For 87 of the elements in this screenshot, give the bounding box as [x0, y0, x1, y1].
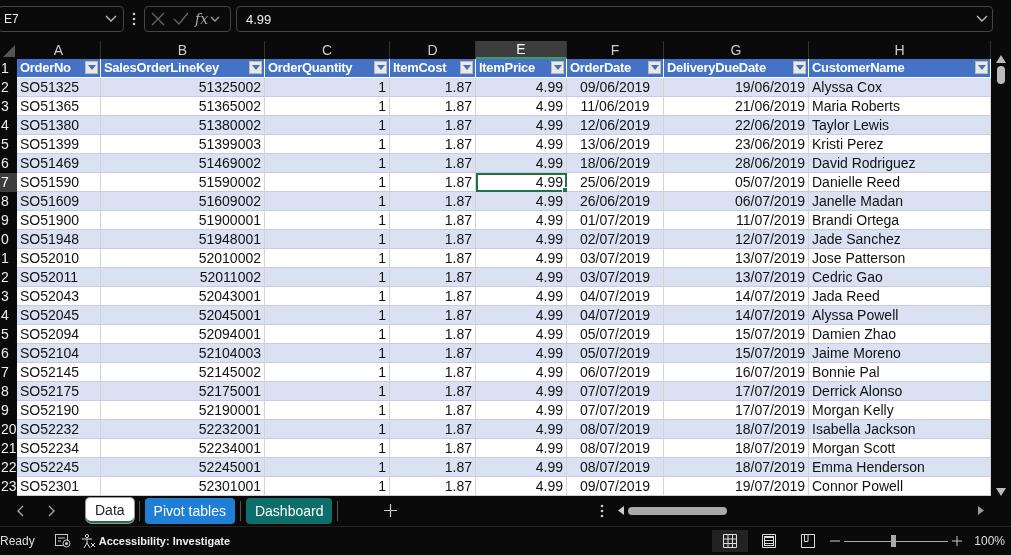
zoom-level[interactable]: 100% [974, 534, 1005, 549]
row-number[interactable]: 8 [0, 191, 17, 211]
filter-dropdown-button[interactable] [249, 61, 262, 75]
row-number[interactable]: 4 [0, 305, 17, 325]
filter-dropdown-button[interactable] [460, 61, 473, 75]
page-break-icon [801, 534, 816, 549]
column-header[interactable]: B [101, 40, 265, 59]
caret-icon [977, 65, 986, 71]
filter-dropdown-button[interactable] [85, 61, 98, 75]
header-text: SalesOrderLineKey [104, 60, 219, 76]
chevron-right-icon[interactable] [48, 504, 56, 517]
grid-icon [723, 534, 738, 549]
chevron-down-icon[interactable] [210, 15, 221, 23]
normal-view-button[interactable] [712, 530, 749, 553]
row-number[interactable]: 7 [0, 362, 17, 382]
check-icon[interactable] [173, 12, 189, 27]
row-number[interactable]: 3 [0, 286, 17, 306]
filter-dropdown-button[interactable] [793, 61, 806, 75]
more-icon[interactable] [600, 503, 605, 518]
sheet-tab[interactable]: Data [86, 498, 134, 524]
row-number[interactable]: 6 [0, 343, 17, 363]
row-number[interactable]: 4 [0, 115, 17, 135]
column-header[interactable]: F [567, 40, 664, 59]
formula-bar[interactable]: 4.99 [236, 6, 993, 33]
column-header[interactable]: E [476, 40, 567, 59]
row-number[interactable]: 9 [0, 400, 17, 420]
row-number[interactable]: 8 [0, 381, 17, 401]
row-number[interactable]: 22 [0, 457, 17, 477]
row-number[interactable]: 1 [0, 248, 17, 268]
row-number[interactable]: 7 [0, 172, 17, 192]
header-text: ItemPrice [479, 60, 535, 76]
row-number[interactable]: 1 [0, 58, 17, 78]
row-number[interactable]: 21 [0, 438, 17, 458]
scroll-up-icon[interactable] [996, 54, 1006, 63]
caret-icon [87, 65, 96, 71]
header-text: CustomerName [812, 60, 905, 76]
row-number[interactable]: 2 [0, 77, 17, 97]
insert-function-button[interactable]: fx [195, 11, 209, 28]
add-sheet-icon[interactable] [384, 504, 398, 518]
column-header[interactable]: C [265, 40, 390, 59]
row-number[interactable]: 5 [0, 324, 17, 344]
scroll-right-icon[interactable] [978, 506, 985, 516]
filter-dropdown-button[interactable] [975, 61, 988, 75]
row-number[interactable]: 0 [0, 229, 17, 249]
row-number[interactable]: 9 [0, 210, 17, 230]
caret-icon [553, 65, 562, 71]
row-number[interactable]: 20 [0, 419, 17, 439]
row-number[interactable]: 5 [0, 134, 17, 154]
scroll-left-icon[interactable] [618, 506, 625, 516]
column-header[interactable]: A [17, 40, 101, 59]
column-header[interactable]: H [809, 40, 991, 59]
scroll-thumb[interactable] [628, 506, 728, 515]
name-box[interactable]: E7 [0, 6, 124, 33]
filter-dropdown-button[interactable] [648, 61, 661, 75]
header-text: OrderDate [570, 60, 631, 76]
cancel-icon[interactable] [151, 12, 165, 27]
chevron-down-icon [976, 15, 988, 24]
status-text: Ready [0, 534, 35, 549]
accessibility-icon [80, 533, 96, 549]
macro-record-icon[interactable] [54, 534, 71, 549]
header-text: OrderQuantity [268, 60, 353, 76]
header-text: OrderNo [20, 60, 71, 76]
corner-triangle-icon [3, 44, 15, 57]
header-text: ItemCost [393, 60, 447, 76]
chevron-down-icon [105, 15, 117, 24]
sheet-tab[interactable]: Pivot tables [144, 497, 235, 524]
scroll-thumb[interactable] [997, 65, 1005, 84]
caret-icon [650, 65, 659, 71]
filter-dropdown-button[interactable] [551, 61, 564, 75]
caret-icon [795, 65, 804, 71]
caret-icon [251, 65, 260, 71]
sheet-tab[interactable]: Dashboard [245, 497, 333, 524]
row-number[interactable]: 3 [0, 96, 17, 116]
row-number[interactable]: 2 [0, 267, 17, 287]
row-number[interactable]: 6 [0, 153, 17, 173]
scroll-down-icon[interactable] [996, 487, 1006, 496]
caret-icon [376, 65, 385, 71]
more-icon[interactable] [132, 12, 136, 27]
zoom-in-icon[interactable] [952, 536, 963, 547]
header-text: DeliveryDueDate [667, 60, 766, 76]
caret-icon [462, 65, 471, 71]
accessibility-button[interactable]: Accessibility: Investigate [80, 533, 231, 549]
column-header[interactable]: G [664, 40, 809, 59]
row-number[interactable]: 23 [0, 476, 17, 496]
chevron-left-icon[interactable] [16, 504, 24, 517]
page-icon [762, 534, 777, 549]
filter-dropdown-button[interactable] [374, 61, 387, 75]
